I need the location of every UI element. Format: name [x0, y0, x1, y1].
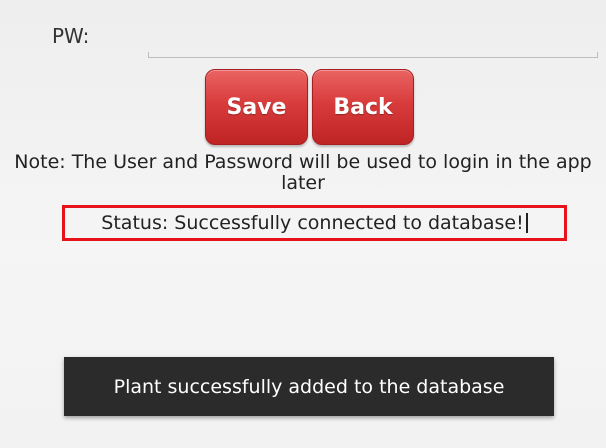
- status-text: Status: Successfully connected to databa…: [101, 212, 524, 234]
- back-button[interactable]: Back: [312, 69, 414, 145]
- toast-message: Plant successfully added to the database: [64, 357, 554, 416]
- text-caret: [525, 213, 528, 233]
- note-text: Note: The User and Password will be used…: [14, 151, 592, 194]
- password-field-tick-right: [597, 52, 598, 58]
- password-field-tick-left: [148, 52, 149, 58]
- save-button[interactable]: Save: [205, 69, 308, 145]
- status-highlight-box: Status: Successfully connected to databa…: [62, 205, 567, 241]
- password-field-underline: [148, 57, 598, 58]
- password-field[interactable]: [148, 14, 598, 60]
- pw-label: PW:: [52, 24, 90, 48]
- toast-text: Plant successfully added to the database: [113, 375, 505, 398]
